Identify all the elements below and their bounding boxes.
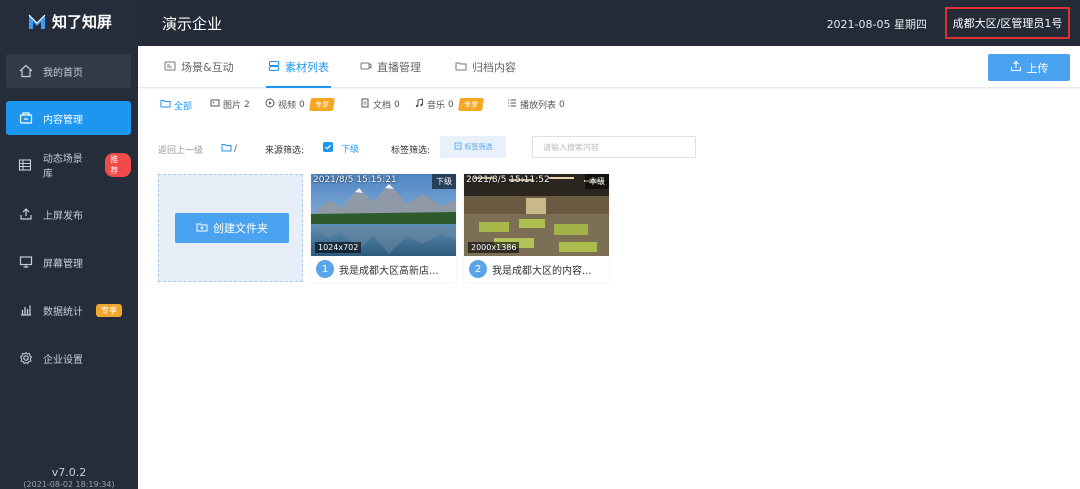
folder-icon <box>455 60 467 75</box>
bar-chart-icon <box>18 303 33 318</box>
filter-document[interactable]: 文档 0 <box>360 98 400 111</box>
filter-video[interactable]: 视频 0 专享 <box>265 98 335 111</box>
tag-filter-label: 标签筛选: <box>391 146 431 156</box>
source-checkbox[interactable] <box>323 142 333 152</box>
search-input[interactable] <box>532 136 696 158</box>
upload-icon <box>18 207 33 222</box>
document-icon <box>360 98 370 111</box>
music-icon <box>414 98 424 111</box>
version-date: (2021-08-02 18:19:34) <box>23 480 115 489</box>
sidebar-item-label: 我的首页 <box>43 67 83 79</box>
logo[interactable]: 知了知屏 <box>28 11 112 32</box>
media-caption: 2 我是成都大区的内容... <box>469 260 607 278</box>
sidebar-item-label: 动态场景库 <box>42 154 83 180</box>
check-icon <box>325 144 331 150</box>
media-resolution: 1024x702 <box>315 242 362 253</box>
date-text: 2021-08-05 星期四 <box>826 18 927 31</box>
logo-icon <box>28 13 46 31</box>
version: v7.0.2 <box>51 466 87 479</box>
upload-icon <box>1010 60 1022 75</box>
create-folder-button[interactable]: 创建文件夹 <box>175 213 289 243</box>
filter-all[interactable]: 全部 <box>160 98 192 112</box>
scene-icon <box>164 60 176 75</box>
sidebar-item-settings[interactable]: 企业设置 <box>6 341 131 375</box>
grid-icon <box>18 158 33 173</box>
live-icon <box>360 60 372 75</box>
sidebar-item-scene-library[interactable]: 动态场景库 推荐 <box>6 148 131 182</box>
company-name: 演示企业 <box>162 15 223 33</box>
content-icon <box>18 111 33 126</box>
media-title: 我是成都大区的内容... <box>492 265 592 277</box>
media-title: 我是成都大区高新店... <box>339 265 439 277</box>
back-up-link[interactable]: 返回上一级 <box>158 143 203 156</box>
media-card[interactable]: 2021/8/5 15:11:52 本级 2000x1386 2 我是成都大区的… <box>464 174 609 282</box>
folder-icon <box>160 98 171 112</box>
tab-bar: 场景&互动 素材列表 直播管理 归档内容 上传 <box>138 46 1080 88</box>
upload-button[interactable]: 上传 <box>988 54 1070 81</box>
media-thumbnail: 2021/8/5 15:11:52 本级 2000x1386 <box>464 174 609 256</box>
source-filter-label: 来源筛选: <box>265 146 305 156</box>
monitor-icon <box>18 255 33 270</box>
media-card[interactable]: 2021/8/5 15:15:21 下级 1024x702 1 我是成都大区高新… <box>311 174 456 282</box>
media-level-badge: 下级 <box>432 174 456 189</box>
gear-icon <box>18 351 33 366</box>
vip-badge: 专享 <box>96 303 122 317</box>
logo-text: 知了知屏 <box>52 13 113 31</box>
media-thumbnail: 2021/8/5 15:15:21 下级 1024x702 <box>311 174 456 256</box>
media-caption: 1 我是成都大区高新店... <box>316 260 454 278</box>
vip-badge: 专享 <box>457 98 484 111</box>
folder-icon <box>221 142 232 156</box>
play-icon <box>265 98 275 111</box>
sidebar: 知了知屏 我的首页 内容管理 动态场景库 推荐 上屏发布 屏幕管理 数据统计 专… <box>0 0 138 489</box>
tab-scene-interaction[interactable]: 场景&互动 <box>164 46 234 88</box>
sidebar-item-content[interactable]: 内容管理 <box>6 101 131 135</box>
filter-music[interactable]: 音乐 0 专享 <box>414 98 484 111</box>
content-area: 全部 图片 2 视频 0 专享 文档 0 音乐 0 专享 播放列表 0 返回上一… <box>138 89 1080 489</box>
sidebar-item-label: 内容管理 <box>43 114 83 126</box>
filter-playlist[interactable]: 播放列表 0 <box>507 98 565 111</box>
header: 演示企业 2021-08-05 星期四 成都大区/区管理员1号 <box>138 0 1080 46</box>
tag-filter-button[interactable]: 标签筛选 <box>440 136 506 158</box>
sidebar-item-stats[interactable]: 数据统计 专享 <box>6 293 131 327</box>
user-account[interactable]: 成都大区/区管理员1号 <box>945 7 1070 39</box>
recommend-badge: 推荐 <box>105 153 131 177</box>
filter-image[interactable]: 图片 2 <box>210 98 250 111</box>
sidebar-item-home[interactable]: 我的首页 <box>6 54 131 88</box>
media-time: 2021/8/5 15:11:52 <box>466 175 550 185</box>
folder-plus-icon <box>196 221 208 236</box>
sidebar-item-publish[interactable]: 上屏发布 <box>6 197 131 231</box>
sidebar-item-label: 上屏发布 <box>43 210 83 222</box>
tab-material-list[interactable]: 素材列表 <box>266 46 331 88</box>
vip-badge: 专享 <box>308 98 335 111</box>
media-index: 2 <box>469 260 487 278</box>
database-icon <box>268 60 280 75</box>
image-icon <box>210 98 220 111</box>
tab-archived[interactable]: 归档内容 <box>455 46 516 88</box>
media-time: 2021/8/5 15:15:21 <box>313 175 397 185</box>
media-resolution: 2000x1386 <box>468 242 520 253</box>
new-folder-card: 创建文件夹 <box>158 174 303 282</box>
folder-path[interactable]: / <box>221 142 237 156</box>
filter-row: 返回上一级 / 来源筛选: 下级 标签筛选: 标签筛选 <box>138 136 1080 161</box>
source-option-subordinate[interactable]: 下级 <box>341 142 359 155</box>
sidebar-item-label: 数据统计 <box>43 306 83 318</box>
sidebar-item-screens[interactable]: 屏幕管理 <box>6 245 131 279</box>
sidebar-item-label: 屏幕管理 <box>43 258 83 270</box>
home-icon <box>18 64 33 79</box>
media-level-badge: 本级 <box>585 174 609 189</box>
media-index: 1 <box>316 260 334 278</box>
tab-live-management[interactable]: 直播管理 <box>360 46 421 88</box>
tag-icon <box>454 142 462 152</box>
playlist-icon <box>507 98 517 111</box>
sidebar-item-label: 企业设置 <box>43 354 83 366</box>
